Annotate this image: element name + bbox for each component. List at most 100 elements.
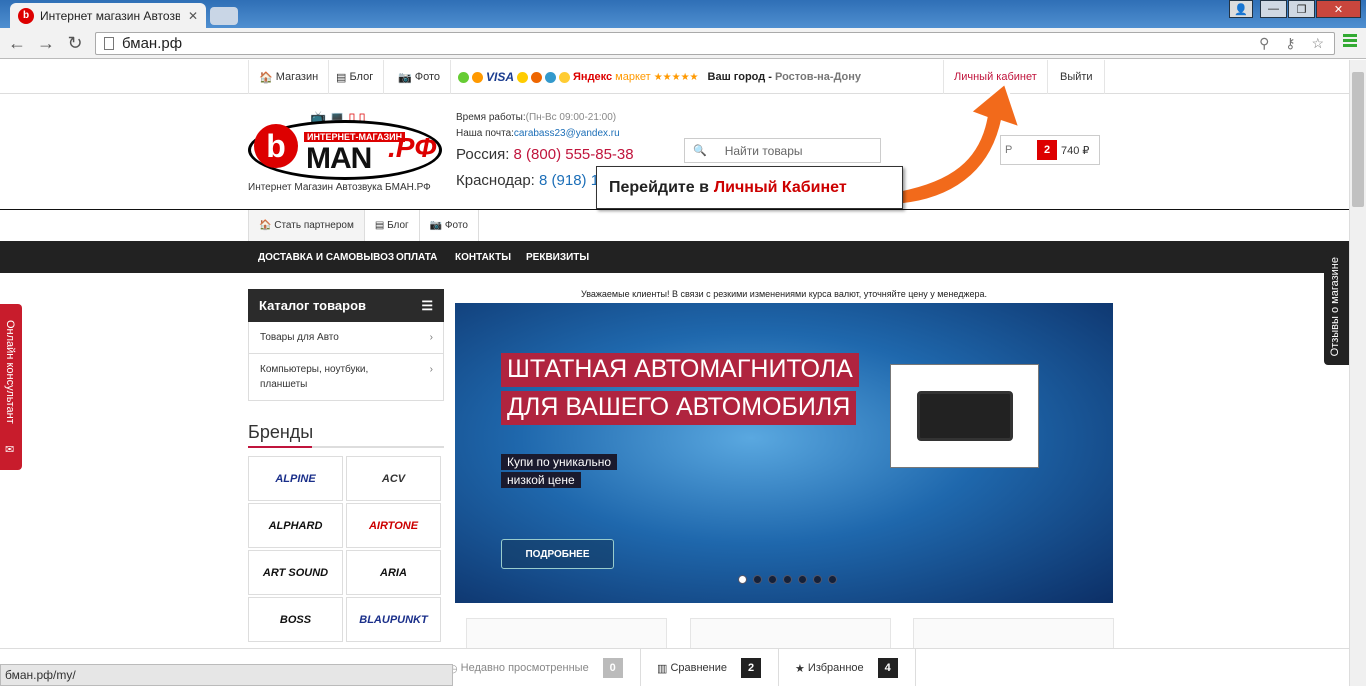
payment-icon xyxy=(559,71,571,83)
recent-viewed-button[interactable]: ◷ Недавно просмотренные 0 xyxy=(448,649,623,686)
catalog-item-label: Компьютеры, ноутбуки, планшеты xyxy=(260,364,369,390)
topbar-photo-label: Фото xyxy=(414,71,441,83)
brand-airtone[interactable]: AIRTONE xyxy=(346,503,441,548)
browser-menu-icon[interactable] xyxy=(1343,34,1357,49)
compare-button[interactable]: ▥ Сравнение 2 xyxy=(657,649,762,686)
page-scrollbar[interactable] xyxy=(1349,60,1366,686)
topbar-photo-link[interactable]: 📷 Фото xyxy=(388,60,452,94)
brand-artsound[interactable]: ART SOUND xyxy=(248,550,343,595)
reviews-tab[interactable]: Отзывы о магазине xyxy=(1324,251,1349,365)
subnav-blog-link[interactable]: ▤ Блог xyxy=(365,210,420,241)
nav-payment[interactable]: ОПЛАТА xyxy=(396,241,437,273)
webmoney-icon xyxy=(545,71,557,83)
catalog-header[interactable]: Каталог товаров ☰ xyxy=(248,289,444,322)
email-link[interactable]: carabass23@yandex.ru xyxy=(514,128,620,139)
catalog-item-computers[interactable]: Компьютеры, ноутбуки, планшеты › xyxy=(248,354,444,401)
new-tab-button[interactable] xyxy=(210,7,238,25)
slider-dot[interactable] xyxy=(753,575,762,584)
home-icon: 🏠 xyxy=(259,71,276,84)
currency-notice: Уважаемые клиенты! В связи с резкими изм… xyxy=(581,289,987,299)
brand-alphard[interactable]: ALPHARD xyxy=(248,503,343,548)
callout-prefix: Перейдите в xyxy=(609,178,709,196)
cart-sum: 740 ₽ xyxy=(1061,144,1090,157)
divider xyxy=(915,649,916,686)
slider-dot[interactable] xyxy=(738,575,747,584)
payment-icons: VISA Яндекс маркет ★★★★★ Ваш город - Рос… xyxy=(458,70,861,84)
browser-tab[interactable]: b Интернет магазин Автозв ✕ xyxy=(10,3,206,28)
topbar-shop-link[interactable]: 🏠 Магазин xyxy=(248,60,330,94)
subnav-blog-label: Блог xyxy=(387,220,409,231)
banner-more-button[interactable]: ПОДРОБНЕЕ xyxy=(501,539,614,569)
slider-dot[interactable] xyxy=(828,575,837,584)
logout-link[interactable]: Выйти xyxy=(1049,60,1105,94)
partner-label: Стать партнером xyxy=(274,220,354,231)
search-input[interactable]: 🔍 Найти товары xyxy=(684,138,881,163)
zoom-key-star-icons[interactable]: ⚲ ⚷ ☆ xyxy=(1259,35,1330,52)
slider-dot[interactable] xyxy=(813,575,822,584)
brand-acv[interactable]: ACV xyxy=(346,456,441,501)
topbar-blog-label: Блог xyxy=(349,71,374,83)
tab-title: Интернет магазин Автозв xyxy=(40,8,180,23)
reload-icon[interactable]: ↻ xyxy=(64,33,86,54)
visa-logo: VISA xyxy=(486,70,515,84)
search-placeholder: Найти товары xyxy=(724,143,803,158)
home-icon: 🏠 xyxy=(259,220,275,231)
slider-dot[interactable] xyxy=(783,575,792,584)
brand-alpine[interactable]: ALPINE xyxy=(248,456,343,501)
promo-banner[interactable]: ШТАТНАЯ АВТОМАГНИТОЛА ДЛЯ ВАШЕГО АВТОМОБ… xyxy=(455,303,1113,603)
catalog-item-auto[interactable]: Товары для Авто › xyxy=(248,322,444,354)
camera-icon: 📷 xyxy=(429,220,445,231)
hamburger-icon[interactable]: ☰ xyxy=(421,298,433,314)
site-topbar: 🏠 Магазин ▤ Блог 📷 Фото VISA Яндекс марк… xyxy=(0,60,1349,94)
catalog-menu: Каталог товаров ☰ Товары для Авто › Комп… xyxy=(248,289,444,401)
minimize-button[interactable]: — xyxy=(1260,0,1287,18)
brand-aria[interactable]: ARIA xyxy=(346,550,441,595)
back-icon[interactable]: ← xyxy=(6,33,28,54)
favorites-label: Избранное xyxy=(807,662,864,674)
consultant-label: Онлайн консультант xyxy=(4,320,16,424)
address-bar[interactable]: бман.рф ⚲ ⚷ ☆ xyxy=(95,32,1335,55)
online-consultant-tab[interactable]: Онлайн консультант ✉ xyxy=(0,304,22,470)
favorites-button[interactable]: ★ Избранное 4 xyxy=(795,649,898,686)
krasnodar-phone[interactable]: 8 (918) 1 xyxy=(539,172,599,189)
mail-label: Наша почта: xyxy=(456,128,514,139)
brands-title: Бренды xyxy=(248,422,314,442)
city-name: Ростов-на-Дону xyxy=(775,71,862,83)
slider-dot[interactable] xyxy=(798,575,807,584)
logo-man-text: MAN xyxy=(306,142,372,175)
partner-link[interactable]: 🏠 Стать партнером xyxy=(248,210,365,241)
scrollbar-thumb[interactable] xyxy=(1352,72,1364,207)
camera-icon: 📷 xyxy=(398,71,415,84)
subnav-photo-link[interactable]: 📷 Фото xyxy=(420,210,479,241)
site-favicon-icon: b xyxy=(18,7,34,24)
city-selector[interactable]: Ваш город - Ростов-на-Дону xyxy=(708,71,862,83)
nav-requisites[interactable]: РЕКВИЗИТЫ xyxy=(526,241,589,273)
nav-delivery[interactable]: ДОСТАВКА И САМОВЫВОЗ xyxy=(258,241,394,273)
forward-icon[interactable]: → xyxy=(35,33,57,54)
russia-phone-row: Россия: 8 (800) 555-85-38 xyxy=(456,142,634,168)
hours-value: (Пн-Вс 09:00-21:00) xyxy=(525,112,617,123)
mail-icon: ✉ xyxy=(5,444,15,456)
site-logo[interactable]: 📺💻▯▯ b ИНТЕРНЕТ-МАГАЗИН MAN .РФ xyxy=(248,110,446,182)
maximize-button[interactable]: ❐ xyxy=(1288,0,1315,18)
brand-boss[interactable]: BOSS xyxy=(248,597,343,642)
yandex-market-logo: Яндекс xyxy=(573,71,613,83)
russia-phone[interactable]: 8 (800) 555-85-38 xyxy=(514,146,634,163)
brand-blaupunkt[interactable]: BLAUPUNKT xyxy=(346,597,441,642)
slider-dot[interactable] xyxy=(768,575,777,584)
nav-contacts[interactable]: КОНТАКТЫ xyxy=(455,241,511,273)
chevron-right-icon: › xyxy=(429,332,433,343)
krasnodar-label: Краснодар: xyxy=(456,172,539,189)
star-icon: ★ xyxy=(795,662,808,675)
compare-label: Сравнение xyxy=(670,662,728,674)
window-close-button[interactable]: ✕ xyxy=(1316,0,1361,18)
market-label: маркет xyxy=(615,71,651,83)
chevron-right-icon: › xyxy=(429,364,433,375)
page-icon xyxy=(104,37,114,50)
mastercard-icon xyxy=(472,71,483,83)
tab-close-icon[interactable]: ✕ xyxy=(188,9,198,23)
topbar-blog-link[interactable]: ▤ Блог xyxy=(326,60,385,94)
recent-count: 0 xyxy=(602,658,623,678)
browser-titlebar: b Интернет магазин Автозв ✕ 👤 — ❐ ✕ xyxy=(0,0,1366,28)
user-profile-icon[interactable]: 👤 xyxy=(1229,0,1253,18)
